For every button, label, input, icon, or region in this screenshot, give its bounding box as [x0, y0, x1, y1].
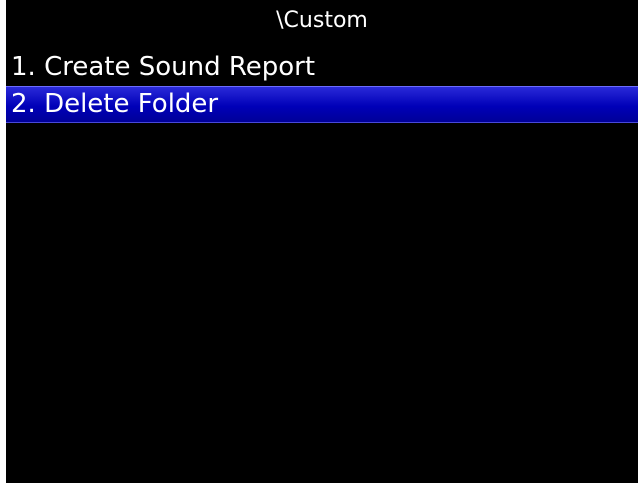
menu-list: 1. Create Sound Report 2. Delete Folder — [6, 50, 638, 123]
menu-item-create-sound-report[interactable]: 1. Create Sound Report — [6, 50, 638, 86]
device-screen: \Custom 1. Create Sound Report 2. Delete… — [6, 0, 638, 483]
menu-item-delete-folder[interactable]: 2. Delete Folder — [6, 86, 638, 123]
folder-title: \Custom — [276, 8, 368, 33]
